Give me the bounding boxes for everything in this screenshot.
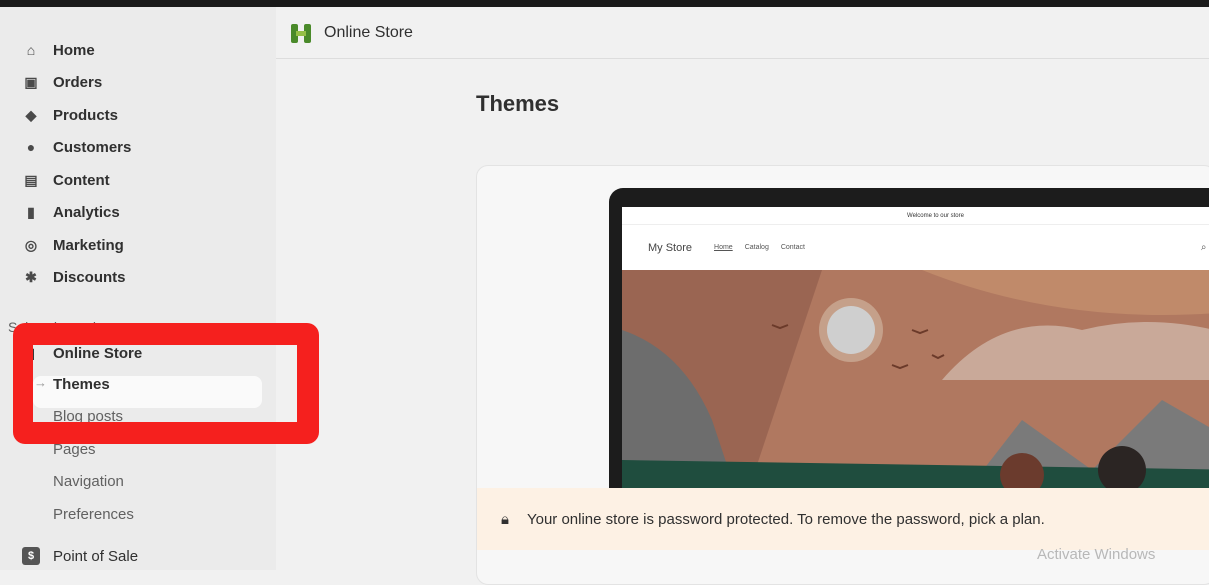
page-title: Themes <box>476 91 560 116</box>
content-icon: ▤ <box>24 171 38 188</box>
preview-link-home: Home <box>714 244 733 251</box>
sidebar-item-orders[interactable]: ▣ Orders <box>22 70 102 94</box>
pos-icon: $ <box>22 547 40 565</box>
sidebar-item-home[interactable]: ⌂ Home <box>22 38 95 62</box>
hero-illustration <box>622 270 1209 507</box>
sidebar-item-point-of-sale[interactable]: $ Point of Sale <box>22 544 138 568</box>
sidebar-item-analytics[interactable]: ▮ Analytics <box>22 200 120 224</box>
sidebar-item-content[interactable]: ▤ Content <box>22 168 109 192</box>
bar-chart-icon: ▮ <box>27 203 35 220</box>
online-store-logo-icon <box>291 23 311 43</box>
password-banner: 🔒︎ Your online store is password protect… <box>477 488 1209 550</box>
preview-link-contact: Contact <box>780 244 805 251</box>
theme-preview[interactable]: Welcome to our store My Store Home Catal… <box>609 188 1209 508</box>
discount-icon: ✱ <box>25 268 37 285</box>
preview-brand: My Store <box>648 241 693 254</box>
sidebar-subitem-navigation[interactable]: Navigation <box>53 470 124 494</box>
sidebar-item-marketing[interactable]: ◎ Marketing <box>22 233 124 257</box>
sidebar-subitem-preferences[interactable]: Preferences <box>53 503 134 527</box>
tag-icon: ◆ <box>25 106 37 123</box>
person-icon: ● <box>26 139 36 155</box>
top-bar <box>0 0 1209 7</box>
header: Online Store <box>276 7 1209 59</box>
lock-icon: 🔒︎ <box>501 510 509 528</box>
sidebar: ⌂ Home ▣ Orders ◆ Products ● Customers ▤ Cont… <box>0 7 276 570</box>
preview-link-catalog: Catalog <box>744 244 769 251</box>
highlight-annotation <box>13 323 319 444</box>
search-icon: ⌕ <box>1200 242 1207 253</box>
home-icon: ⌂ <box>26 42 36 58</box>
target-icon: ◎ <box>24 236 38 253</box>
sidebar-item-products[interactable]: ◆ Products <box>22 103 118 127</box>
theme-card: Welcome to our store My Store Home Catal… <box>476 165 1209 585</box>
preview-announcement: Welcome to our store <box>622 207 1209 225</box>
activate-windows-watermark: Activate Windows <box>1037 546 1156 563</box>
inbox-icon: ▣ <box>24 73 38 90</box>
sidebar-item-customers[interactable]: ● Customers <box>22 135 132 159</box>
sidebar-item-discounts[interactable]: ✱ Discounts <box>22 265 125 289</box>
